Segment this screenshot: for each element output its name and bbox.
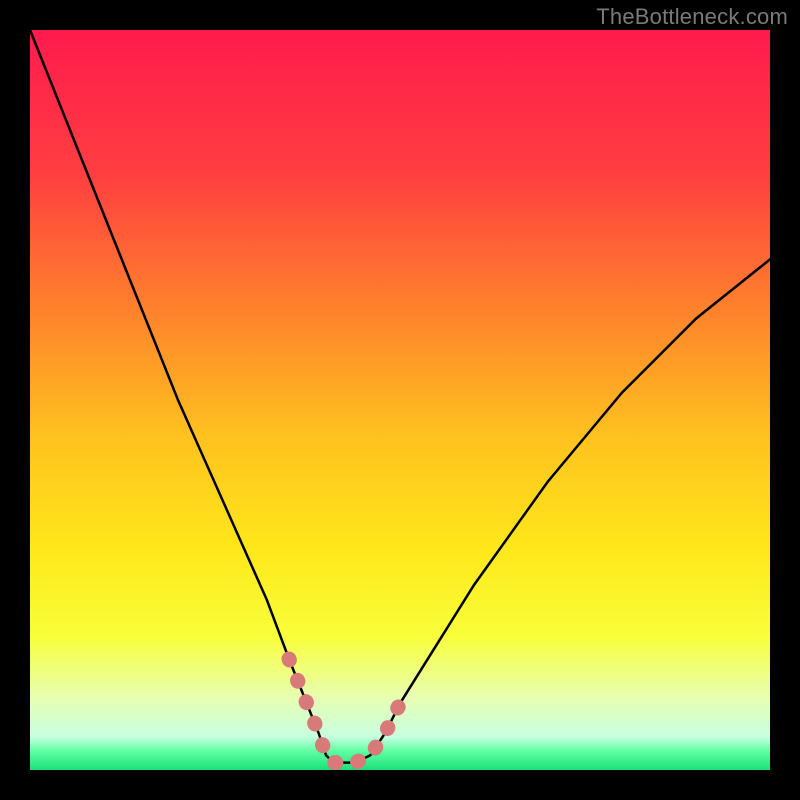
chart-frame: TheBottleneck.com <box>0 0 800 800</box>
bottleneck-chart <box>0 0 800 800</box>
gradient-background <box>30 30 770 770</box>
